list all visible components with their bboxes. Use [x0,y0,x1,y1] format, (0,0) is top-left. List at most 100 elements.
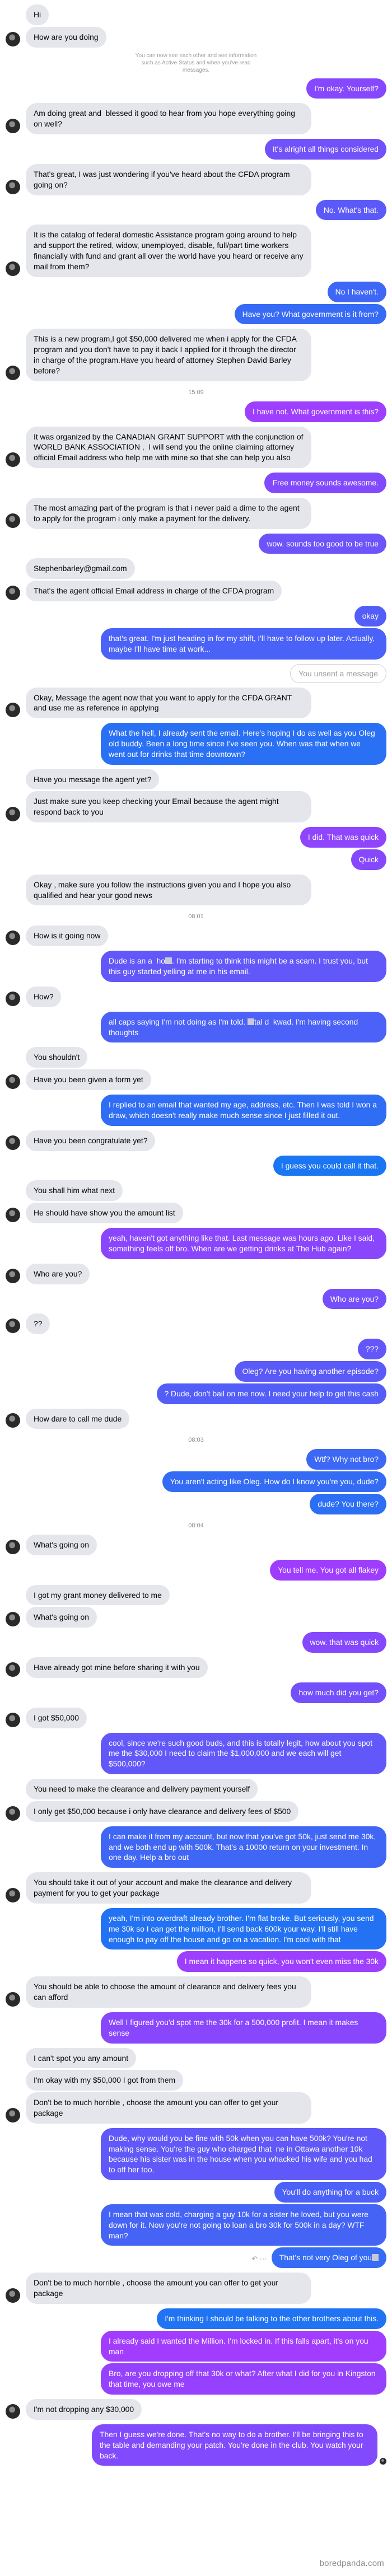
sent-message-bubble[interactable]: I'm okay. Yourself? [306,78,386,99]
sent-message-bubble[interactable]: No I haven't. [328,282,386,302]
contact-avatar[interactable] [6,452,20,467]
received-message-bubble[interactable]: What's going on [26,1607,97,1628]
received-message-bubble[interactable]: Okay , make sure you follow the instruct… [26,875,311,906]
received-message-bubble[interactable]: Have you been given a form yet [26,1069,151,1090]
received-message-bubble[interactable]: How dare to call me dude [26,1409,129,1429]
received-message-bubble[interactable]: You shouldn't [26,1047,87,1068]
received-message-bubble[interactable]: Stephenbarley@gmail.com [26,558,135,579]
sent-message-bubble[interactable]: Oleg? Are you having another episode? [235,1361,387,1382]
received-message-bubble[interactable]: How are you doing [26,27,106,48]
sent-message-bubble[interactable]: Free money sounds awesome. [264,473,386,493]
received-message-bubble[interactable]: That's the agent official Email address … [26,581,282,601]
sent-message-bubble[interactable]: I have not. What government is this? [245,401,386,422]
sent-message-bubble[interactable]: dude? You there? [310,1494,386,1514]
message-actions-icon[interactable]: ↶ ⋯ [251,2255,267,2264]
received-message-bubble[interactable]: Don't be to much horrible , choose the a… [26,2273,311,2304]
received-message-bubble[interactable]: What's going on [26,1535,97,1555]
contact-avatar[interactable] [6,2288,20,2303]
received-message-bubble[interactable]: I can't spot you any amount [26,2048,136,2069]
received-message-bubble[interactable]: You should take it out of your account a… [26,1872,311,1904]
sent-message-bubble[interactable]: ? Dude, don't bail on me now. I need you… [157,1383,387,1404]
received-message-bubble[interactable]: I only get $50,000 because i only have c… [26,1801,298,1822]
contact-avatar[interactable] [6,32,20,46]
received-message-bubble[interactable]: You need to make the clearance and deliv… [26,1779,258,1799]
received-message-bubble[interactable]: I got $50,000 [26,1708,87,1728]
sent-message-bubble[interactable]: Have you? What government is it from? [235,304,386,325]
received-message-bubble[interactable]: You should be able to choose the amount … [26,1976,311,2008]
received-message-bubble[interactable]: It is the catalog of federal domestic As… [26,225,311,277]
sent-message-bubble[interactable]: Wtf? Why not bro? [306,1449,386,1470]
sent-message-bubble[interactable]: You'll do anything for a buck [274,2182,386,2203]
sent-message-bubble[interactable]: how much did you get? [291,1682,386,1703]
contact-avatar[interactable] [6,1662,20,1677]
sent-message-bubble[interactable]: I mean it happens so quick, you won't ev… [177,1951,386,1972]
sent-message-bubble[interactable]: wow. sounds too good to be true [259,534,386,554]
received-message-bubble[interactable]: I got my grant money delivered to me [26,1585,170,1606]
contact-avatar[interactable] [6,1413,20,1428]
contact-avatar[interactable] [6,366,20,380]
received-message-bubble[interactable]: You shall him what next [26,1180,123,1201]
contact-avatar[interactable] [6,1888,20,1902]
contact-avatar[interactable] [6,1540,20,1554]
contact-avatar[interactable] [6,180,20,194]
sent-message-bubble[interactable]: No. What's that. [316,200,386,221]
received-message-bubble[interactable]: How? [26,987,61,1007]
contact-avatar[interactable] [6,2404,20,2419]
received-message-bubble[interactable]: I'm okay with my $50,000 I got from them [26,2070,183,2091]
sent-message-bubble[interactable]: You aren't acting like Oleg. How do I kn… [162,1471,386,1492]
sent-message-bubble[interactable]: cool, since we're such good buds, and th… [101,1733,386,1774]
contact-avatar[interactable] [6,1612,20,1626]
contact-avatar[interactable] [6,586,20,600]
sent-message-bubble[interactable]: I replied to an email that wanted my age… [101,1095,386,1126]
contact-avatar[interactable] [6,1713,20,1727]
sent-message-bubble[interactable]: I can make it from my account, but now t… [101,1826,386,1868]
contact-avatar[interactable] [6,261,20,276]
contact-avatar[interactable] [6,1992,20,2007]
sent-message-bubble[interactable]: wow. that was quick [302,1632,386,1653]
received-message-bubble[interactable]: That's great, I was just wondering if yo… [26,164,311,195]
received-message-bubble[interactable]: Have you message the agent yet? [26,769,159,790]
sent-message-bubble[interactable]: that's great. I'm just heading in for my… [101,628,386,660]
received-message-bubble[interactable]: How is it going now [26,925,108,946]
sent-message-bubble[interactable]: yeah, I'm into overdraft already brother… [101,1908,386,1949]
received-message-bubble[interactable]: Who are you? [26,1264,90,1284]
sent-message-bubble[interactable]: all caps saying I'm not doing as I'm tol… [101,1012,386,1043]
contact-avatar[interactable] [6,931,20,945]
sent-message-bubble[interactable]: I did. That was quick [300,827,386,848]
received-message-bubble[interactable]: ?? [26,1313,50,1334]
received-message-bubble[interactable]: Am doing great and blessed it good to he… [26,103,311,134]
received-message-bubble[interactable]: He should have show you the amount list [26,1203,183,1223]
sent-message-bubble[interactable]: ??? [358,1339,386,1359]
sent-message-bubble[interactable]: That's not very Oleg of you [272,2247,386,2268]
contact-avatar[interactable] [6,703,20,717]
received-message-bubble[interactable]: Okay, Message the agent now that you wan… [26,688,311,719]
sent-message-bubble[interactable]: Dude is an a ho. I'm starting to think t… [101,951,386,982]
sent-message-bubble[interactable]: What the hell, I already sent the email.… [101,723,386,764]
sent-message-bubble[interactable]: You tell me. You got all flakey [270,1560,386,1581]
contact-avatar[interactable] [6,807,20,821]
sent-message-bubble[interactable]: I mean that was cold, charging a guy 10k… [101,2204,386,2246]
contact-avatar[interactable] [6,1806,20,1821]
received-message-bubble[interactable]: Have already got mine before sharing it … [26,1657,208,1678]
sent-message-bubble[interactable]: yeah, haven't got anything like that. La… [101,1228,386,1259]
contact-avatar[interactable] [6,992,20,1006]
contact-avatar[interactable] [6,119,20,133]
received-message-bubble[interactable]: Just make sure you keep checking your Em… [26,791,311,822]
contact-avatar[interactable] [6,1208,20,1222]
received-message-bubble[interactable]: The most amazing part of the program is … [26,498,311,529]
sent-message-bubble[interactable]: I guess you could call it that. [273,1156,386,1176]
sent-message-bubble[interactable]: Quick [351,849,386,870]
contact-avatar[interactable] [6,1269,20,1283]
contact-avatar[interactable] [6,1319,20,1333]
sent-message-bubble[interactable]: Bro, are you dropping off that 30k or wh… [101,2363,386,2395]
sent-message-bubble[interactable]: It's alright all things considered [265,139,386,160]
sent-message-bubble[interactable]: Who are you? [323,1289,386,1310]
received-message-bubble[interactable]: Have you been congratulate yet? [26,1130,155,1151]
contact-avatar[interactable] [6,1074,20,1089]
sent-message-bubble[interactable]: Then I guess we're done. That's no way t… [92,2424,377,2466]
received-message-bubble[interactable]: I'm not dropping any $30,000 [26,2399,142,2420]
sent-message-bubble[interactable]: I'm thinking I should be talking to the … [157,2308,386,2329]
contact-avatar[interactable] [6,2108,20,2122]
received-message-bubble[interactable]: Hi [26,4,49,25]
sent-message-bubble[interactable]: I already said I wanted the Million. I'm… [101,2331,386,2362]
